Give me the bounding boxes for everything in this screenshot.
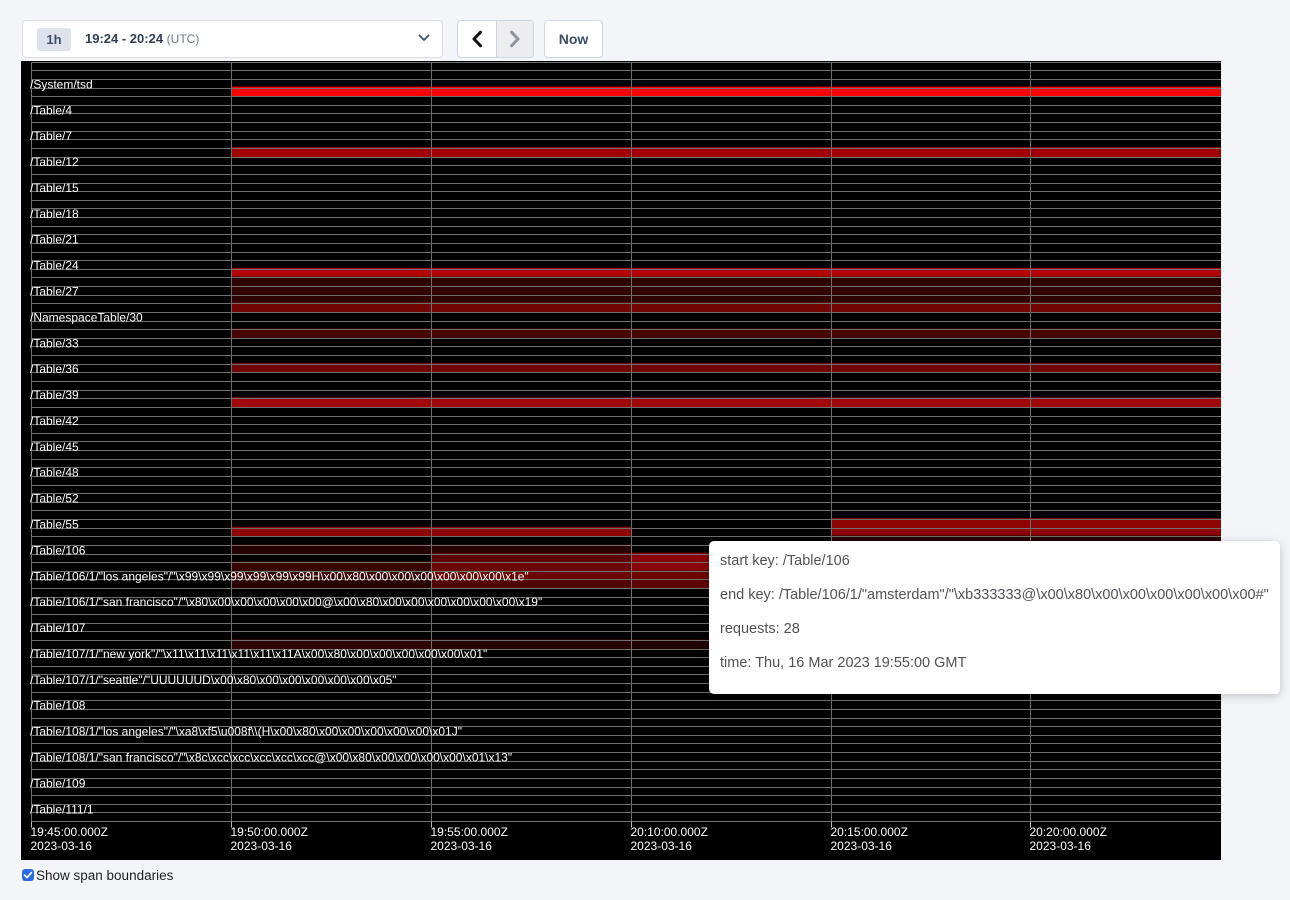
svg-text:/Table/18: /Table/18	[30, 207, 79, 221]
svg-text:/Table/12: /Table/12	[30, 155, 79, 169]
svg-text:/Table/36: /Table/36	[30, 362, 79, 376]
svg-text:/Table/39: /Table/39	[30, 388, 79, 402]
svg-text:19:55:00.000Z: 19:55:00.000Z	[431, 825, 508, 839]
svg-text:20:10:00.000Z: 20:10:00.000Z	[631, 825, 708, 839]
svg-text:/Table/108/1/"san francisco"/": /Table/108/1/"san francisco"/"\x8c\xcc\x…	[30, 751, 512, 765]
svg-text:/Table/21: /Table/21	[30, 233, 79, 247]
svg-text:2023-03-16: 2023-03-16	[31, 839, 93, 853]
svg-text:/Table/106/1/"san francisco"/": /Table/106/1/"san francisco"/"\x80\x00\x…	[30, 595, 542, 609]
svg-text:/Table/24: /Table/24	[30, 259, 79, 273]
svg-text:/Table/45: /Table/45	[30, 440, 79, 454]
svg-text:/System/tsd: /System/tsd	[30, 77, 93, 91]
svg-text:2023-03-16: 2023-03-16	[431, 839, 493, 853]
svg-text:/Table/107/1/"seattle"/"UUUUUU: /Table/107/1/"seattle"/"UUUUUUD\x00\x80\…	[30, 673, 397, 687]
svg-text:/NamespaceTable/30: /NamespaceTable/30	[30, 310, 143, 324]
svg-text:/Table/55: /Table/55	[30, 518, 79, 532]
svg-text:2023-03-16: 2023-03-16	[1030, 839, 1092, 853]
svg-text:/Table/109: /Table/109	[30, 776, 86, 790]
svg-text:/Table/107/1/"new york"/"\x11\: /Table/107/1/"new york"/"\x11\x11\x11\x1…	[30, 647, 487, 661]
svg-text:/Table/15: /Table/15	[30, 181, 79, 195]
svg-text:19:45:00.000Z: 19:45:00.000Z	[31, 825, 108, 839]
svg-text:/Table/106: /Table/106	[30, 543, 86, 557]
svg-text:/Table/7: /Table/7	[30, 129, 72, 143]
svg-text:/Table/111/1: /Table/111/1	[30, 802, 94, 816]
svg-text:/Table/42: /Table/42	[30, 414, 79, 428]
svg-text:/Table/52: /Table/52	[30, 492, 79, 506]
svg-text:2023-03-16: 2023-03-16	[631, 839, 693, 853]
svg-text:19:50:00.000Z: 19:50:00.000Z	[231, 825, 308, 839]
svg-text:/Table/4: /Table/4	[30, 103, 72, 117]
svg-text:20:15:00.000Z: 20:15:00.000Z	[831, 825, 908, 839]
svg-text:/Table/106/1/"los angeles"/"\x: /Table/106/1/"los angeles"/"\x99\x99\x99…	[30, 569, 529, 583]
svg-text:/Table/107: /Table/107	[30, 621, 86, 635]
svg-text:2023-03-16: 2023-03-16	[831, 839, 893, 853]
svg-text:/Table/48: /Table/48	[30, 466, 79, 480]
svg-text:/Table/27: /Table/27	[30, 285, 79, 299]
svg-text:/Table/33: /Table/33	[30, 336, 79, 350]
svg-text:/Table/108/1/"los angeles"/"\x: /Table/108/1/"los angeles"/"\xa8\xf5\u00…	[30, 725, 462, 739]
svg-text:20:20:00.000Z: 20:20:00.000Z	[1030, 825, 1107, 839]
svg-text:2023-03-16: 2023-03-16	[231, 839, 293, 853]
svg-text:/Table/108: /Table/108	[30, 699, 86, 713]
